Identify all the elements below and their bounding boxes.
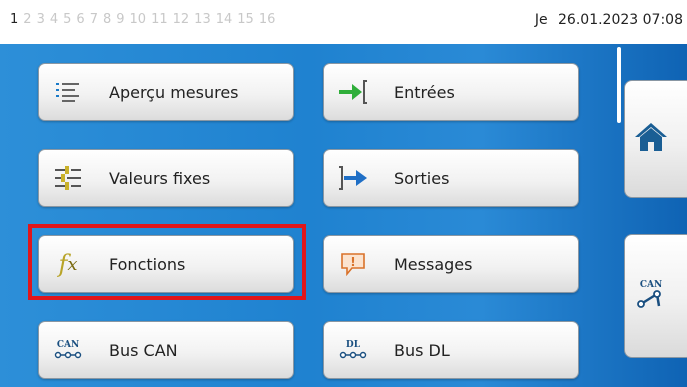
page-number[interactable]: 2	[23, 12, 31, 27]
valeurs-fixes-button[interactable]: Valeurs fixes	[38, 149, 294, 207]
page-number[interactable]: 1	[10, 12, 18, 27]
page-number[interactable]: 11	[151, 12, 168, 27]
page-number[interactable]: 6	[76, 12, 84, 27]
svg-text:CAN: CAN	[57, 340, 79, 350]
day-label: Je	[534, 12, 548, 28]
scrollbar[interactable]	[617, 47, 621, 123]
input-arrow-icon	[338, 77, 368, 107]
page-number[interactable]: 7	[90, 12, 98, 27]
sorties-label: Sorties	[394, 168, 450, 188]
page-number[interactable]: 16	[259, 12, 276, 27]
can-network-button[interactable]: CAN	[624, 234, 687, 358]
date-label: 26.01.2023	[558, 12, 639, 28]
page-number[interactable]: 3	[37, 12, 45, 27]
fixed-values-icon	[53, 163, 83, 193]
can-network-icon: CAN	[635, 278, 667, 314]
page-indicator: 1 2 3 4 5 6 7 8 9 10 11 12 13 14 15 16	[10, 12, 280, 27]
home-icon	[634, 122, 668, 156]
fonctions-button[interactable]: fx Fonctions	[38, 235, 294, 293]
fonctions-label: Fonctions	[109, 254, 186, 274]
entrees-label: Entrées	[394, 82, 455, 102]
sorties-button[interactable]: Sorties	[323, 149, 579, 207]
function-fx-icon: fx	[58, 250, 78, 278]
apercu-mesures-button[interactable]: Aperçu mesures	[38, 63, 294, 121]
valeurs-fixes-label: Valeurs fixes	[109, 168, 211, 188]
page-number[interactable]: 10	[130, 12, 147, 27]
entrees-button[interactable]: Entrées	[323, 63, 579, 121]
time-label: 07:08	[642, 12, 683, 28]
output-arrow-icon	[338, 163, 368, 193]
page-number[interactable]: 13	[194, 12, 211, 27]
bus-can-label: Bus CAN	[109, 340, 178, 360]
home-button[interactable]	[624, 80, 687, 198]
page-number[interactable]: 12	[173, 12, 190, 27]
bus-can-button[interactable]: CAN Bus CAN	[38, 321, 294, 379]
page-number[interactable]: 8	[103, 12, 111, 27]
page-number[interactable]: 9	[116, 12, 124, 27]
message-alert-icon: !	[338, 249, 368, 279]
page-number[interactable]: 5	[63, 12, 71, 27]
messages-button[interactable]: ! Messages	[323, 235, 579, 293]
messages-label: Messages	[394, 254, 473, 274]
date-time: Je 26.01.2023 07:08	[535, 12, 683, 28]
can-bus-icon: CAN	[53, 335, 83, 365]
svg-text:DL: DL	[346, 340, 361, 350]
dl-bus-icon: DL	[338, 335, 368, 365]
page-number[interactable]: 15	[237, 12, 254, 27]
page-number[interactable]: 14	[216, 12, 233, 27]
bus-dl-label: Bus DL	[394, 340, 450, 360]
apercu-mesures-label: Aperçu mesures	[109, 82, 239, 102]
list-icon	[53, 77, 83, 107]
status-bar: 1 2 3 4 5 6 7 8 9 10 11 12 13 14 15 16 Je 26.01.2023 07…	[0, 0, 687, 44]
bus-dl-button[interactable]: DL Bus DL	[323, 321, 579, 379]
svg-text:CAN: CAN	[640, 280, 662, 290]
svg-text:!: !	[350, 255, 355, 269]
page-number[interactable]: 4	[50, 12, 58, 27]
